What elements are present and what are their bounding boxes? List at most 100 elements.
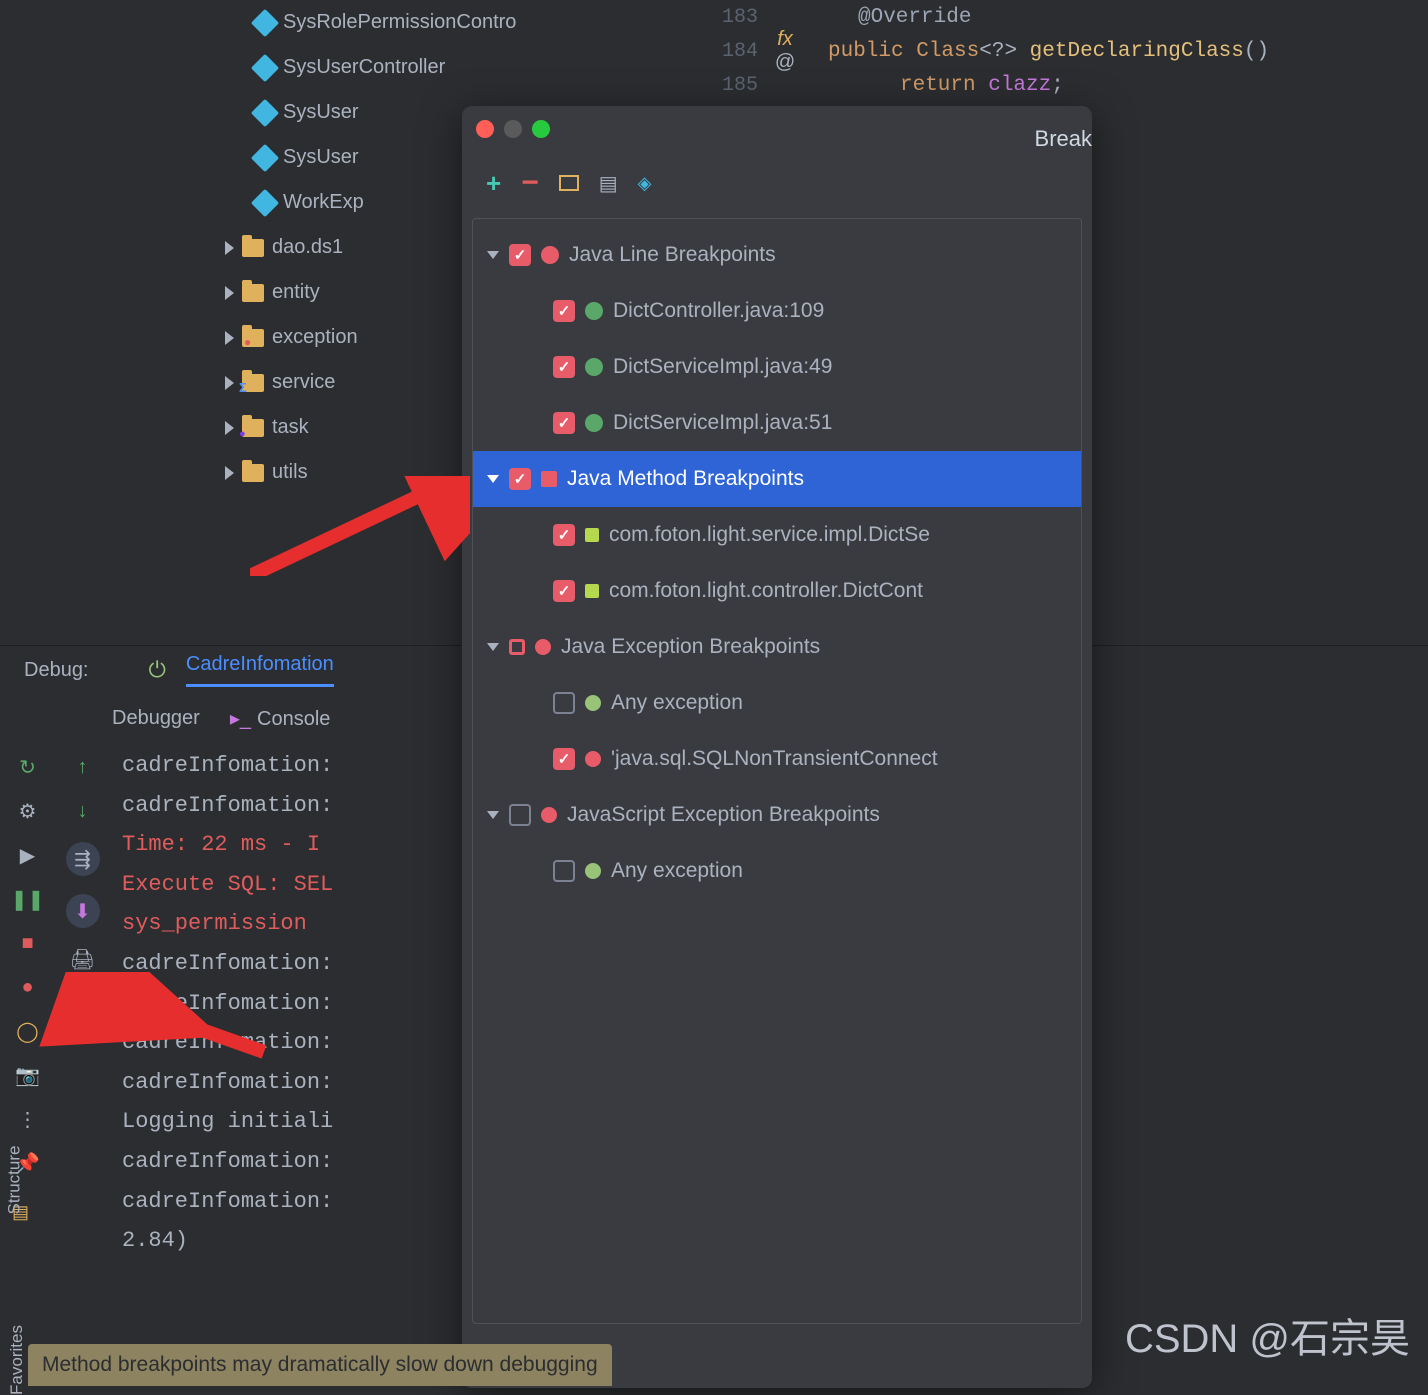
folder-icon bbox=[242, 284, 264, 302]
bp-item[interactable]: ✓ DictController.java:109 bbox=[473, 283, 1081, 339]
verified-breakpoint-icon bbox=[585, 358, 603, 376]
power-icon[interactable]: ⏻ bbox=[149, 657, 166, 683]
js-exception-icon bbox=[541, 807, 557, 823]
bp-label: DictServiceImpl.java:49 bbox=[613, 355, 832, 379]
debug-label: Debug: bbox=[24, 659, 89, 682]
dir-label: entity bbox=[272, 281, 320, 304]
bp-item[interactable]: Any exception bbox=[473, 675, 1081, 731]
group-by-file-icon[interactable]: ▤ bbox=[599, 171, 618, 196]
console-line: Time: 22 ms - I bbox=[122, 825, 333, 865]
remove-icon[interactable]: − bbox=[521, 166, 539, 200]
dir-label: exception bbox=[272, 326, 358, 349]
folder-icon bbox=[242, 239, 264, 257]
zoom-icon[interactable] bbox=[532, 120, 550, 138]
scroll-icon[interactable]: ⬇ bbox=[66, 894, 100, 928]
breakpoints-tree[interactable]: ✓Java Line Breakpoints ✓ DictController.j… bbox=[472, 218, 1082, 1324]
chevron-right-icon[interactable] bbox=[225, 286, 234, 300]
minimize-icon[interactable] bbox=[504, 120, 522, 138]
bp-item[interactable]: ✓ DictServiceImpl.java:49 bbox=[473, 339, 1081, 395]
method-breakpoint-icon bbox=[541, 471, 557, 487]
checkbox[interactable]: ✓ bbox=[553, 580, 575, 602]
tree-class[interactable]: SysUserController bbox=[0, 45, 640, 90]
bp-group-js-exception[interactable]: JavaScript Exception Breakpoints bbox=[473, 787, 1081, 843]
chevron-down-icon[interactable] bbox=[487, 643, 499, 651]
checkbox[interactable]: ✓ bbox=[553, 412, 575, 434]
console-line: cadreInfomation: bbox=[122, 944, 333, 984]
line-number: 185 bbox=[640, 74, 770, 97]
camera-icon[interactable]: 📷 bbox=[15, 1062, 41, 1088]
bp-item[interactable]: ✓com.foton.light.controller.DictCont bbox=[473, 563, 1081, 619]
bp-item[interactable]: ✓'java.sql.SQLNonTransientConnect bbox=[473, 731, 1081, 787]
checkbox[interactable]: ✓ bbox=[509, 468, 531, 490]
tree-class[interactable]: SysRolePermissionContro bbox=[0, 0, 640, 45]
status-bar-warning[interactable]: Method breakpoints may dramatically slow… bbox=[28, 1344, 612, 1386]
add-icon[interactable]: + bbox=[486, 168, 501, 199]
view-breakpoints-icon[interactable]: ● bbox=[15, 974, 41, 1000]
chevron-down-icon[interactable] bbox=[487, 811, 499, 819]
close-icon[interactable] bbox=[476, 120, 494, 138]
bp-label: DictServiceImpl.java:51 bbox=[613, 411, 832, 435]
chevron-right-icon[interactable] bbox=[225, 376, 234, 390]
code-line: return clazz; bbox=[800, 74, 1064, 97]
exception-icon bbox=[585, 695, 601, 711]
bp-label: com.foton.light.service.impl.DictSe bbox=[609, 523, 930, 547]
checkbox[interactable]: ✓ bbox=[509, 244, 531, 266]
pause-icon[interactable]: ❚❚ bbox=[15, 886, 41, 912]
chevron-right-icon[interactable] bbox=[225, 466, 234, 480]
console-line: sys_permission bbox=[122, 904, 333, 944]
line-number: 183 bbox=[640, 6, 770, 29]
tab-debugger[interactable]: Debugger bbox=[112, 707, 200, 730]
down-icon[interactable]: ↓ bbox=[70, 798, 96, 824]
group-by-package-icon[interactable] bbox=[559, 175, 579, 191]
console-line: cadreInfomation: bbox=[122, 1063, 333, 1103]
rerun-icon[interactable]: ↻ bbox=[15, 754, 41, 780]
structure-tool[interactable]: Structure bbox=[4, 1146, 24, 1215]
bp-label: Any exception bbox=[611, 859, 743, 883]
folder-icon bbox=[242, 329, 264, 347]
gutter-override-icon[interactable]: fx @ bbox=[770, 28, 800, 74]
group-by-class-icon[interactable]: ◈ bbox=[638, 173, 652, 194]
code-line: public Class<?> getDeclaringClass() bbox=[820, 40, 1269, 63]
trash-icon[interactable]: 🗑 bbox=[70, 990, 96, 1016]
bp-group-line[interactable]: ✓Java Line Breakpoints bbox=[473, 227, 1081, 283]
checkbox[interactable]: ✓ bbox=[553, 524, 575, 546]
print-icon[interactable]: 🖨 bbox=[70, 946, 96, 972]
checkbox[interactable]: ✓ bbox=[553, 748, 575, 770]
chevron-down-icon[interactable] bbox=[487, 475, 499, 483]
method-breakpoint-icon bbox=[585, 528, 599, 542]
chevron-right-icon[interactable] bbox=[225, 331, 234, 345]
bp-item[interactable]: Any exception bbox=[473, 843, 1081, 899]
line-number: 184 bbox=[640, 40, 770, 63]
stop-icon[interactable]: ■ bbox=[15, 930, 41, 956]
console-output[interactable]: cadreInfomation: cadreInfomation: Time: … bbox=[110, 746, 333, 1386]
bp-item[interactable]: ✓ com.foton.light.service.impl.DictSe bbox=[473, 507, 1081, 563]
chevron-right-icon[interactable] bbox=[225, 241, 234, 255]
checkbox[interactable] bbox=[553, 692, 575, 714]
chevron-right-icon[interactable] bbox=[225, 421, 234, 435]
bp-label: DictController.java:109 bbox=[613, 299, 824, 323]
code-editor[interactable]: 183@Override 184fx @public Class<?> getD… bbox=[640, 0, 1428, 100]
resume-icon[interactable]: ▶ bbox=[15, 842, 41, 868]
js-exception-icon bbox=[585, 863, 601, 879]
checkbox[interactable]: ✓ bbox=[553, 300, 575, 322]
mute-breakpoints-icon[interactable]: ◯ bbox=[15, 1018, 41, 1044]
bp-group-method[interactable]: ✓Java Method Breakpoints bbox=[473, 451, 1081, 507]
class-label: SysUserController bbox=[283, 56, 445, 79]
gear-icon[interactable]: ⚙ bbox=[15, 798, 41, 824]
checkbox[interactable]: ✓ bbox=[553, 356, 575, 378]
debug-config[interactable]: CadreInfomation bbox=[186, 653, 334, 687]
wrap-icon[interactable]: ⇶ bbox=[66, 842, 100, 876]
console-line: 2.84) bbox=[122, 1221, 333, 1261]
tab-console[interactable]: ▸_Console bbox=[230, 706, 331, 731]
up-icon[interactable]: ↑ bbox=[70, 754, 96, 780]
more-icon[interactable]: ⋮ bbox=[15, 1106, 41, 1132]
breakpoints-toolbar: + − ▤ ◈ bbox=[486, 166, 651, 200]
bp-label: Java Exception Breakpoints bbox=[561, 635, 820, 659]
bp-item[interactable]: ✓ DictServiceImpl.java:51 bbox=[473, 395, 1081, 451]
bp-group-exception[interactable]: Java Exception Breakpoints bbox=[473, 619, 1081, 675]
favorites-tool[interactable]: Favorites bbox=[7, 1325, 27, 1395]
checkbox[interactable] bbox=[509, 804, 531, 826]
checkbox[interactable] bbox=[553, 860, 575, 882]
dialog-title: Break bbox=[1035, 126, 1092, 152]
chevron-down-icon[interactable] bbox=[487, 251, 499, 259]
